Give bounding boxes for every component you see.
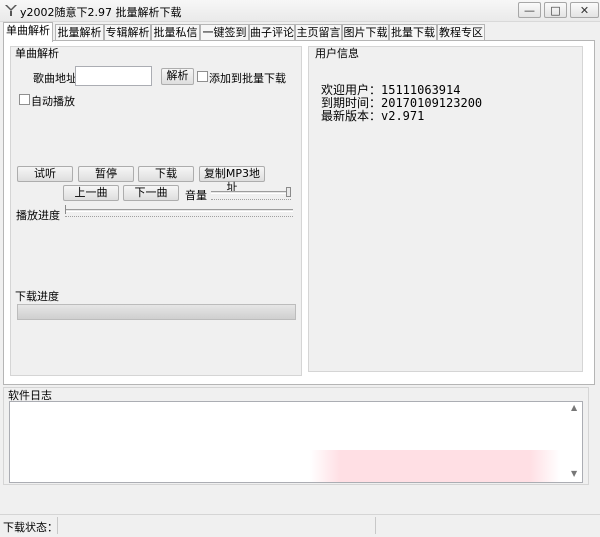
download-progress-label: 下载进度 bbox=[15, 290, 59, 303]
play-progress-ticks bbox=[65, 216, 293, 220]
volume-label: 音量 bbox=[185, 189, 207, 202]
volume-slider-thumb[interactable] bbox=[286, 187, 291, 197]
play-progress-label: 播放进度 bbox=[16, 209, 60, 222]
add-to-batch-label: 添加到批量下载 bbox=[209, 72, 286, 85]
app-logo-icon bbox=[5, 5, 17, 16]
parse-button-label: 解析 bbox=[166, 69, 189, 82]
autoplay-label: 自动播放 bbox=[31, 95, 75, 108]
tab-batch-message[interactable]: 批量私信 bbox=[151, 24, 200, 40]
close-button[interactable]: ✕ bbox=[570, 2, 599, 18]
pause-button-label: 暂停 bbox=[95, 167, 117, 180]
tab-single-parse[interactable]: 单曲解析 bbox=[3, 22, 53, 42]
parse-button[interactable]: 解析 bbox=[161, 68, 194, 85]
copy-mp3-button[interactable]: 复制MP3地址 bbox=[199, 166, 265, 194]
play-progress-track bbox=[65, 209, 293, 212]
tab-homepage-message[interactable]: 主页留言 bbox=[295, 24, 342, 40]
maximize-button[interactable]: □ bbox=[544, 2, 567, 18]
tab-tutorials[interactable]: 教程专区 bbox=[437, 24, 485, 40]
status-bar: 下载状态： bbox=[0, 514, 600, 537]
tab-image-download[interactable]: 图片下载 bbox=[342, 24, 389, 40]
download-button-label: 下载 bbox=[155, 167, 177, 180]
scroll-down-icon[interactable]: ▼ bbox=[571, 469, 577, 478]
play-progress-slider[interactable] bbox=[65, 205, 293, 219]
tab-checkin[interactable]: 一键签到 bbox=[200, 24, 249, 40]
download-button[interactable]: 下载 bbox=[138, 166, 194, 182]
maximize-icon: □ bbox=[550, 3, 561, 17]
minimize-icon: — bbox=[524, 3, 535, 17]
next-track-button[interactable]: 下一曲 bbox=[123, 185, 179, 201]
volume-slider[interactable] bbox=[211, 187, 291, 201]
scroll-up-icon[interactable]: ▲ bbox=[571, 403, 577, 412]
play-progress-thumb[interactable] bbox=[65, 205, 69, 214]
tab-comments[interactable]: 曲子评论 bbox=[249, 24, 295, 40]
status-separator bbox=[375, 517, 376, 534]
download-progress-bar bbox=[17, 304, 296, 320]
close-icon: ✕ bbox=[579, 3, 590, 17]
log-scrollbar[interactable]: ▲ ▼ bbox=[568, 402, 582, 482]
software-log-textarea[interactable]: ▲ ▼ bbox=[9, 401, 583, 483]
minimize-button[interactable]: — bbox=[518, 2, 541, 18]
prev-track-button-label: 上一曲 bbox=[74, 186, 108, 199]
tab-album-parse[interactable]: 专辑解析 bbox=[104, 24, 151, 40]
redacted-area bbox=[310, 450, 560, 482]
latest-version-text: 最新版本：v2.971 bbox=[321, 109, 425, 123]
user-info-group-title: 用户信息 bbox=[315, 47, 359, 60]
single-parse-group-title: 单曲解析 bbox=[15, 47, 59, 60]
listen-button-label: 试听 bbox=[34, 167, 56, 180]
title-bar: y2002随意下2.97 批量解析下载 — □ ✕ bbox=[0, 0, 600, 22]
download-status-label: 下载状态： bbox=[3, 521, 58, 534]
autoplay-checkbox[interactable] bbox=[19, 94, 30, 105]
tab-batch-download[interactable]: 批量下载 bbox=[389, 24, 437, 40]
software-log-group: 软件日志 ▲ ▼ bbox=[3, 387, 589, 485]
next-track-button-label: 下一曲 bbox=[134, 186, 168, 199]
volume-slider-track bbox=[211, 191, 291, 194]
window-title: y2002随意下2.97 批量解析下载 bbox=[20, 6, 182, 19]
tab-batch-parse[interactable]: 批量解析 bbox=[55, 24, 104, 40]
user-info-group: 用户信息 欢迎用户：15111063914 到期时间：2017010912320… bbox=[308, 46, 583, 372]
prev-track-button[interactable]: 上一曲 bbox=[63, 185, 119, 201]
single-parse-group: 单曲解析 歌曲地址 解析 添加到批量下载 自动播放 试听 暂停 下载 复制MP3… bbox=[10, 46, 302, 376]
volume-slider-ticks bbox=[211, 199, 291, 203]
pause-button[interactable]: 暂停 bbox=[78, 166, 134, 182]
song-url-input[interactable] bbox=[75, 66, 152, 86]
listen-button[interactable]: 试听 bbox=[17, 166, 73, 182]
status-separator bbox=[57, 517, 58, 534]
song-url-label: 歌曲地址 bbox=[33, 72, 77, 85]
add-to-batch-checkbox[interactable] bbox=[197, 71, 208, 82]
